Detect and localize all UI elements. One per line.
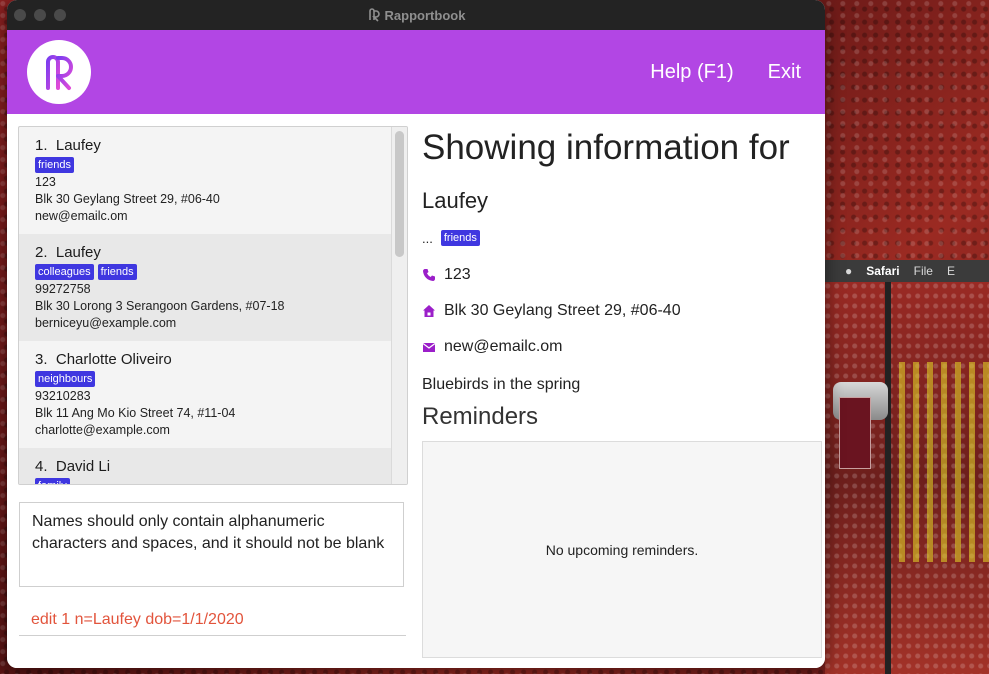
detail-notes: Bluebirds in the spring: [422, 376, 581, 393]
tag-badge: friends: [35, 157, 75, 173]
app-logo: [27, 40, 91, 104]
detail-phone: 123: [444, 266, 471, 283]
contact-address: Blk 30 Lorong 3 Serangoon Gardens, #07-1…: [35, 299, 285, 313]
lamp-pole: [885, 282, 891, 674]
list-scrollbar-track[interactable]: [391, 127, 407, 484]
detail-email: new@emailc.om: [444, 338, 563, 355]
window-title: Rapportbook: [384, 7, 466, 23]
result-display: Names should only contain alphanumeric c…: [19, 502, 404, 587]
background-menu-bar: ● Safari File E: [825, 260, 989, 282]
reminders-heading: Reminders: [422, 403, 539, 430]
home-icon: [423, 305, 435, 317]
minimize-window-button[interactable]: [34, 9, 46, 21]
detail-ellipsis: ...: [422, 230, 433, 246]
contact-phone: 123: [35, 175, 56, 189]
command-input[interactable]: [19, 604, 406, 636]
contact-tags: family: [35, 478, 391, 484]
email-icon: [422, 343, 436, 352]
tag-badge: neighbours: [35, 371, 96, 387]
detail-tags-row: ... friends: [422, 230, 480, 246]
app-header: Help (F1) Exit: [7, 30, 825, 114]
detail-heading: Showing information for: [422, 128, 790, 167]
contact-tags: neighbours: [35, 371, 391, 387]
menu-app-name: Safari: [866, 264, 900, 278]
reminders-empty-text: No upcoming reminders.: [545, 541, 699, 558]
contact-name: 2. Laufey: [35, 244, 101, 261]
banner: [839, 397, 871, 469]
tag-badge: colleagues: [35, 264, 94, 280]
zoom-window-button[interactable]: [54, 9, 66, 21]
close-window-button[interactable]: [14, 9, 26, 21]
list-scrollbar-thumb[interactable]: [395, 131, 404, 257]
apple-icon: ●: [845, 264, 853, 278]
tag-badge: family: [35, 478, 70, 484]
app-window: Rapportbook Help (F1) Exit 1. Laufey fri…: [7, 0, 825, 668]
detail-phone-row: 123: [422, 266, 471, 284]
contact-card[interactable]: 1. Laufey friends 123 Blk 30 Geylang Str…: [19, 127, 407, 234]
rapportbook-logo-icon: [46, 55, 73, 90]
menu-edit: E: [946, 264, 955, 278]
contact-email: berniceyu@example.com: [35, 316, 177, 330]
reminders-list: No upcoming reminders.: [422, 441, 822, 658]
main-content: 1. Laufey friends 123 Blk 30 Geylang Str…: [7, 114, 825, 668]
contact-address: Blk 11 Ang Mo Kio Street 74, #11-04: [35, 406, 236, 420]
background-photo: [825, 282, 989, 674]
tag-badge: friends: [97, 264, 137, 280]
tag-badge: friends: [440, 230, 480, 246]
contact-tags: colleagues friends: [35, 264, 391, 280]
contact-tags: friends: [35, 157, 391, 173]
window-controls: [14, 9, 66, 21]
title-bar: Rapportbook: [7, 0, 825, 30]
contact-phone: 93210283: [35, 389, 91, 403]
contact-card[interactable]: 4. David Li family: [19, 448, 407, 484]
contact-email: new@emailc.om: [35, 209, 128, 223]
header-nav: Help (F1) Exit: [650, 30, 801, 114]
contact-address: Blk 30 Geylang Street 29, #06-40: [35, 192, 220, 206]
contact-email: charlotte@example.com: [35, 423, 170, 437]
help-menu-button[interactable]: Help (F1): [650, 61, 733, 84]
exit-menu-button[interactable]: Exit: [768, 61, 801, 84]
contact-list[interactable]: 1. Laufey friends 123 Blk 30 Geylang Str…: [18, 126, 408, 485]
detail-name: Laufey: [422, 188, 489, 213]
contact-name: 1. Laufey: [35, 137, 101, 154]
detail-panel: Showing information for Laufey ... frien…: [422, 114, 825, 668]
contact-card[interactable]: 2. Laufey colleagues friends 99272758 Bl…: [19, 234, 407, 341]
menu-file: File: [913, 264, 933, 278]
phone-icon: [423, 269, 435, 281]
detail-address: Blk 30 Geylang Street 29, #06-40: [444, 302, 681, 319]
app-logo-icon: [368, 8, 380, 22]
contact-name: 3. Charlotte Oliveiro: [35, 351, 172, 368]
detail-address-row: Blk 30 Geylang Street 29, #06-40: [422, 302, 681, 320]
contact-card[interactable]: 3. Charlotte Oliveiro neighbours 9321028…: [19, 341, 407, 448]
contact-phone: 99272758: [35, 282, 91, 296]
detail-email-row: new@emailc.om: [422, 338, 563, 356]
contact-name: 4. David Li: [35, 458, 111, 475]
